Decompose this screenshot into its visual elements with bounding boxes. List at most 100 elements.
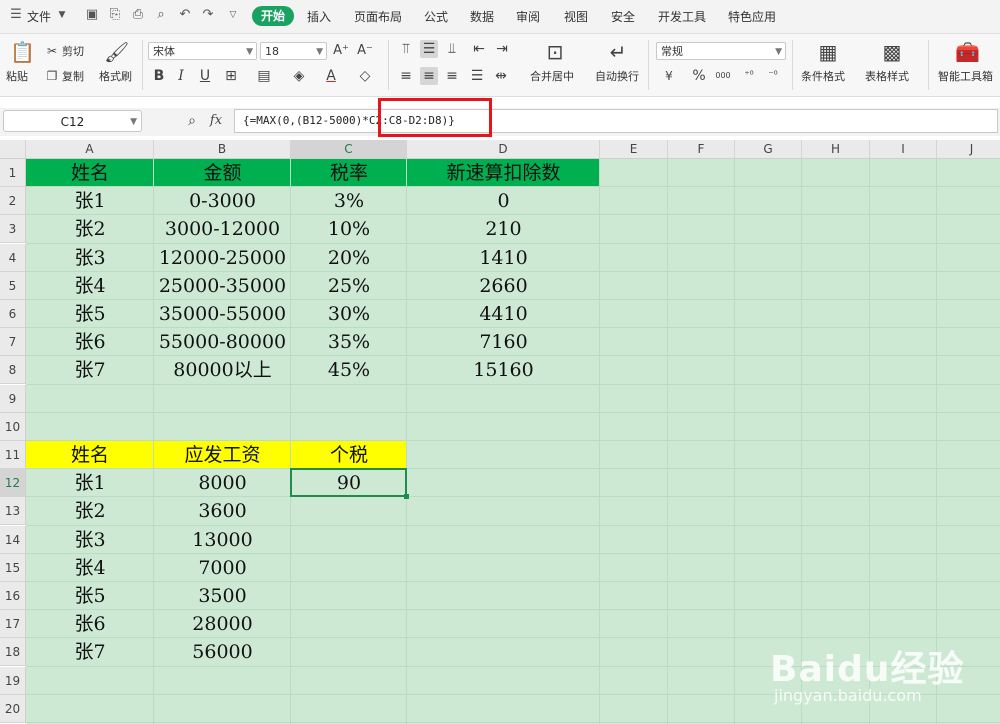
cell-style-icon[interactable]: ▤ (255, 67, 273, 85)
borders-icon[interactable]: ⊞ (222, 67, 240, 85)
thousands-separator-button[interactable]: 000 (714, 67, 732, 85)
table1-cell[interactable]: 35000-55000 (154, 300, 291, 328)
format-painter-button[interactable]: 格式刷 (99, 70, 132, 84)
tab-formulas[interactable]: 公式 (424, 9, 448, 25)
table2-cell[interactable] (291, 610, 407, 638)
table1-cell[interactable]: 0-3000 (154, 187, 291, 215)
align-center-icon[interactable]: ≡ (420, 67, 438, 85)
quick-access-dropdown-icon[interactable]: ▽ (225, 7, 241, 23)
row-header-7[interactable]: 7 (0, 328, 26, 357)
paste-button[interactable]: 粘贴 (6, 70, 28, 84)
align-top-icon[interactable]: ⫪ (397, 40, 415, 58)
row-header-5[interactable]: 5 (0, 271, 26, 300)
column-header-d[interactable]: D (407, 140, 600, 159)
tab-home[interactable]: 开始 (252, 6, 294, 26)
conditional-format-button[interactable]: 条件格式 (801, 70, 845, 84)
table2-header-cell[interactable]: 姓名 (26, 441, 154, 469)
table2-cell[interactable] (291, 638, 407, 666)
clear-format-icon[interactable]: ◇ (356, 67, 374, 85)
decrease-indent-icon[interactable]: ⇤ (470, 40, 488, 58)
name-box[interactable]: C12 ▼ (3, 110, 142, 132)
copy-button[interactable]: 复制 (62, 70, 84, 84)
column-header-i[interactable]: I (870, 140, 937, 159)
row-header-3[interactable]: 3 (0, 215, 26, 244)
table1-header-cell[interactable]: 金额 (154, 159, 291, 187)
table1-cell[interactable]: 30% (291, 300, 407, 328)
tab-view[interactable]: 视图 (564, 9, 588, 25)
table2-cell[interactable] (291, 526, 407, 554)
table2-cell[interactable]: 张5 (26, 582, 154, 610)
menu-file[interactable]: 文件 (27, 9, 51, 25)
tab-review[interactable]: 审阅 (516, 9, 540, 25)
row-header-1[interactable]: 1 (0, 159, 26, 187)
tab-page-layout[interactable]: 页面布局 (354, 9, 402, 25)
table1-cell[interactable]: 20% (291, 244, 407, 272)
table2-header-cell[interactable]: 个税 (291, 441, 407, 469)
table1-cell[interactable]: 张3 (26, 244, 154, 272)
wrap-text-icon[interactable]: ↵ (606, 40, 630, 64)
table2-cell[interactable]: 张2 (26, 497, 154, 525)
column-header-b[interactable]: B (154, 140, 291, 159)
file-dropdown-icon[interactable]: ▼ (54, 7, 70, 23)
table2-cell[interactable]: 3500 (154, 582, 291, 610)
table1-header-cell[interactable]: 姓名 (26, 159, 154, 187)
table1-cell[interactable]: 2660 (407, 272, 600, 300)
cut-button[interactable]: 剪切 (62, 45, 84, 59)
row-header-4[interactable]: 4 (0, 243, 26, 272)
table2-header-cell[interactable]: 应发工资 (154, 441, 291, 469)
table1-cell[interactable]: 张2 (26, 215, 154, 243)
table1-cell[interactable]: 张6 (26, 328, 154, 356)
conditional-format-icon[interactable]: ▦ (816, 40, 840, 64)
export-pdf-icon[interactable]: ⎘ (107, 7, 123, 23)
tab-special-apps[interactable]: 特色应用 (728, 9, 776, 25)
row-header-6[interactable]: 6 (0, 300, 26, 328)
table1-cell[interactable]: 张1 (26, 187, 154, 215)
row-header-11[interactable]: 11 (0, 441, 26, 469)
align-right-icon[interactable]: ≡ (443, 67, 461, 85)
fill-color-icon[interactable]: ◈ (290, 67, 308, 85)
table2-cell[interactable]: 8000 (154, 469, 291, 497)
table1-cell[interactable]: 45% (291, 356, 407, 384)
merge-center-button[interactable]: 合并居中 (530, 70, 574, 84)
currency-icon[interactable]: ¥ (660, 67, 678, 85)
row-header-13[interactable]: 13 (0, 497, 26, 526)
column-header-g[interactable]: G (735, 140, 802, 159)
row-header-14[interactable]: 14 (0, 525, 26, 554)
table1-cell[interactable]: 10% (291, 215, 407, 243)
table1-cell[interactable]: 55000-80000 (154, 328, 291, 356)
table2-cell[interactable]: 张7 (26, 638, 154, 666)
table2-cell[interactable]: 张6 (26, 610, 154, 638)
fill-handle[interactable] (404, 494, 409, 500)
table1-cell[interactable]: 210 (407, 215, 600, 243)
table1-header-cell[interactable]: 新速算扣除数 (407, 159, 600, 187)
tab-data[interactable]: 数据 (470, 9, 494, 25)
table1-cell[interactable]: 张4 (26, 272, 154, 300)
print-preview-icon[interactable]: ⌕ (153, 7, 169, 23)
column-header-c[interactable]: C (291, 140, 407, 159)
row-header-17[interactable]: 17 (0, 610, 26, 639)
merge-center-icon[interactable]: ⊡ (543, 40, 567, 64)
align-left-icon[interactable]: ≡ (397, 67, 415, 85)
underline-icon[interactable]: U (196, 67, 214, 85)
row-header-2[interactable]: 2 (0, 187, 26, 216)
column-header-a[interactable]: A (26, 140, 154, 159)
column-header-j[interactable]: J (937, 140, 1000, 159)
row-header-12[interactable]: 12 (0, 469, 26, 498)
table2-cell[interactable]: 张4 (26, 554, 154, 582)
save-icon[interactable]: ▣ (84, 7, 100, 23)
paste-icon[interactable]: 📋 (10, 40, 35, 64)
row-header-16[interactable]: 16 (0, 582, 26, 610)
font-color-icon[interactable]: A (322, 67, 340, 85)
table2-cell[interactable]: 28000 (154, 610, 291, 638)
row-header-8[interactable]: 8 (0, 356, 26, 385)
table2-cell[interactable]: 56000 (154, 638, 291, 666)
table1-cell[interactable]: 25000-35000 (154, 272, 291, 300)
wrap-text-button[interactable]: 自动换行 (595, 70, 639, 84)
tab-insert[interactable]: 插入 (307, 9, 331, 25)
row-header-10[interactable]: 10 (0, 412, 26, 441)
table2-cell[interactable]: 7000 (154, 554, 291, 582)
tab-security[interactable]: 安全 (611, 9, 635, 25)
table1-cell[interactable]: 张5 (26, 300, 154, 328)
fx-button[interactable]: fx (207, 112, 225, 130)
redo-icon[interactable]: ↷ (200, 7, 216, 23)
